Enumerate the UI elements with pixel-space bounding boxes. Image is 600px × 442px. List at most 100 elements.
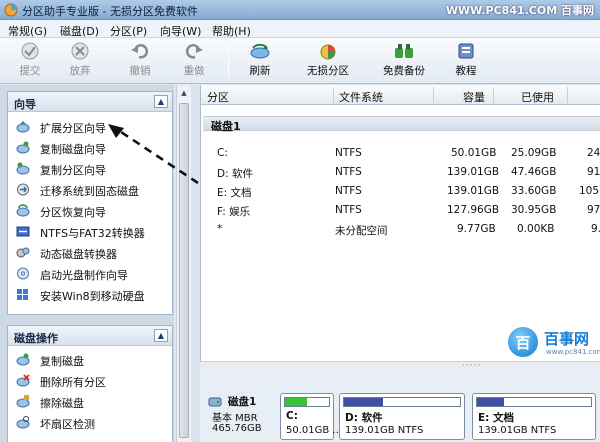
usage-fill: [477, 398, 505, 406]
discard-button[interactable]: 放弃: [62, 40, 98, 82]
wizard-item-copy-disk[interactable]: 复制磁盘向导: [8, 137, 172, 158]
table-row[interactable]: E: 文档 NTFS 139.01GB 33.60GB 105.: [201, 183, 600, 201]
discard-icon: [71, 42, 89, 60]
panel-resize-grip[interactable]: ·····: [200, 361, 600, 371]
wizard-item-win8-usb[interactable]: 安装Win8到移动硬盘: [8, 284, 172, 305]
collapse-wizard-button[interactable]: ▲: [154, 95, 168, 108]
commit-label: 提交: [19, 65, 41, 77]
column-used[interactable]: 已使用: [521, 89, 554, 105]
left-pane-scrollbar[interactable]: ▲: [176, 85, 191, 442]
wizard-item-label: NTFS与FAT32转换器: [40, 227, 145, 240]
partition-block-c[interactable]: C: 50.01GB ...: [280, 393, 342, 440]
disk-op-bad-sector[interactable]: 坏扇区检测: [8, 412, 172, 433]
disk-op-label: 坏扇区检测: [40, 418, 95, 431]
migrate-os-icon: [17, 183, 29, 196]
column-partition[interactable]: 分区: [207, 89, 229, 105]
site-logo-icon: 百: [506, 325, 540, 359]
wizard-item-boot-cd[interactable]: 启动光盘制作向导: [8, 263, 172, 284]
wizard-item-label: 复制分区向导: [40, 164, 106, 177]
table-row[interactable]: D: 软件 NTFS 139.01GB 47.46GB 91.: [201, 164, 600, 182]
converter-icon: [16, 226, 30, 237]
delete-icon: [16, 374, 30, 387]
wizard-item-label: 启动光盘制作向导: [40, 269, 128, 282]
cell-used: 47.46GB: [511, 166, 557, 178]
menu-help[interactable]: 帮助(H): [212, 23, 251, 39]
table-row[interactable]: F: 娱乐 NTFS 127.96GB 30.95GB 97.: [201, 202, 600, 220]
disk-type: 基本 MBR: [212, 413, 258, 424]
collapse-disk-ops-button[interactable]: ▲: [154, 329, 168, 342]
left-pane: 向导 ▲ 扩展分区向导 复制磁盘向导 复制分区向导 迁移系统到固态磁盘 分区恢复…: [0, 85, 174, 442]
column-capacity[interactable]: 容量: [463, 89, 485, 105]
refresh-button[interactable]: 刷新: [242, 40, 278, 82]
usage-fill: [344, 398, 384, 406]
app-icon: [4, 3, 18, 17]
check-icon: [21, 42, 39, 60]
disk-op-label: 擦除磁盘: [40, 397, 84, 410]
menu-wizard[interactable]: 向导(W): [160, 23, 201, 39]
wizard-item-label: 分区恢复向导: [40, 206, 106, 219]
hard-disk-icon: [208, 397, 222, 407]
cell-unused: 24.: [587, 147, 600, 159]
lossless-partition-label: 无损分区: [307, 65, 349, 77]
grid-header: 分区 文件系统 容量 已使用: [201, 85, 600, 105]
wizard-item-ntfs-fat32[interactable]: NTFS与FAT32转换器: [8, 221, 172, 242]
backup-icon: [395, 44, 413, 58]
tutorial-icon: [458, 43, 474, 59]
redo-button[interactable]: 重做: [176, 40, 212, 82]
disk-op-copy-disk[interactable]: 复制磁盘: [8, 349, 172, 370]
pane-splitter[interactable]: [191, 85, 199, 442]
free-backup-label: 免费备份: [383, 65, 425, 77]
recovery-icon: [16, 204, 30, 217]
block-name: C:: [286, 410, 298, 422]
disk-op-delete-all[interactable]: 删除所有分区: [8, 370, 172, 391]
block-size: 139.01GB NTFS: [478, 425, 557, 436]
scroll-thumb[interactable]: [179, 103, 189, 438]
table-row[interactable]: C: NTFS 50.01GB 25.09GB 24.: [201, 145, 600, 163]
discard-label: 放弃: [69, 65, 91, 77]
cell-capacity: 50.01GB: [451, 147, 497, 159]
disk-group-row[interactable]: 磁盘1: [203, 116, 600, 133]
undo-label: 撤销: [129, 65, 151, 77]
lossless-partition-button[interactable]: 无损分区: [300, 40, 356, 82]
cell-partition: F: 娱乐: [217, 206, 251, 218]
wizard-item-label: 安装Win8到移动硬盘: [40, 290, 145, 303]
partition-block-e[interactable]: E: 文档 139.01GB NTFS: [472, 393, 596, 440]
block-size: 50.01GB ...: [286, 425, 342, 436]
cell-filesystem: NTFS: [335, 185, 362, 197]
menu-general[interactable]: 常规(G): [8, 23, 47, 39]
tutorial-button[interactable]: 教程: [448, 40, 484, 82]
menu-partition[interactable]: 分区(P): [110, 23, 147, 39]
disk-info[interactable]: 磁盘1 基本 MBR 465.76GB: [206, 391, 272, 439]
dynamic-disk-icon: [16, 247, 30, 258]
column-filesystem[interactable]: 文件系统: [339, 89, 383, 105]
copy-partition-icon: [16, 162, 30, 175]
tutorial-label: 教程: [455, 65, 477, 77]
boot-cd-icon: [17, 267, 29, 280]
disk-map: 磁盘1 基本 MBR 465.76GB C: 50.01GB ... D: 软件…: [200, 369, 600, 442]
wizard-item-dynamic-disk[interactable]: 动态磁盘转换器: [8, 242, 172, 263]
menu-bar: 常规(G) 磁盘(D) 分区(P) 向导(W) 帮助(H): [0, 20, 600, 38]
partition-block-d[interactable]: D: 软件 139.01GB NTFS: [339, 393, 465, 440]
wizard-item-label: 扩展分区向导: [40, 122, 106, 135]
undo-button[interactable]: 撤销: [122, 40, 158, 82]
commit-button[interactable]: 提交: [12, 40, 48, 82]
wizard-item-extend-partition[interactable]: 扩展分区向导: [8, 116, 172, 137]
free-backup-button[interactable]: 免费备份: [376, 40, 432, 82]
app-window: 分区助手专业版 - 无损分区免费软件 WWW.PC841.COM 百事网 常规(…: [0, 0, 600, 442]
wizard-item-migrate-os[interactable]: 迁移系统到固态磁盘: [8, 179, 172, 200]
cell-partition: E: 文档: [217, 187, 252, 199]
cell-partition: C:: [217, 147, 228, 159]
disk-op-wipe[interactable]: 擦除磁盘: [8, 391, 172, 412]
wizard-item-partition-recovery[interactable]: 分区恢复向导: [8, 200, 172, 221]
wizard-item-copy-partition[interactable]: 复制分区向导: [8, 158, 172, 179]
redo-icon: [185, 44, 203, 59]
cell-capacity: 139.01GB: [447, 166, 500, 178]
cell-filesystem: 未分配空间: [335, 225, 388, 237]
bad-sector-icon: [16, 416, 30, 429]
disk-ops-panel: 磁盘操作 ▲ 复制磁盘 删除所有分区 擦除磁盘 坏扇区检测: [7, 325, 173, 442]
menu-disk[interactable]: 磁盘(D): [60, 23, 99, 39]
scroll-up-arrow[interactable]: ▲: [177, 86, 191, 100]
table-row[interactable]: * 未分配空间 9.77GB 0.00KB 9.: [201, 221, 600, 239]
disk-ops-panel-header: 磁盘操作 ▲: [8, 326, 172, 346]
cell-unused: 97.: [587, 204, 600, 216]
